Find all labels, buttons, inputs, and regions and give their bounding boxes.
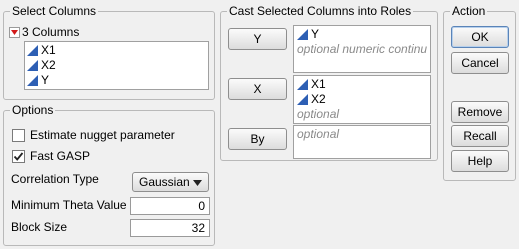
continuous-numeric-icon xyxy=(297,94,308,105)
correlation-type-value: Gaussian xyxy=(139,175,190,189)
x-role-list[interactable]: X1 X2 optional xyxy=(293,75,431,124)
column-list-item[interactable]: X1 xyxy=(27,43,206,58)
select-columns-panel: Select Columns 3 Columns X1 X2 Y xyxy=(3,4,215,100)
action-panel: Action OK Cancel Remove Recall Help xyxy=(443,4,516,181)
column-list-item[interactable]: X2 xyxy=(27,58,206,73)
min-theta-input[interactable]: 0 xyxy=(130,197,210,215)
x-role-item[interactable]: X2 xyxy=(297,92,427,107)
cast-roles-title: Cast Selected Columns into Roles xyxy=(227,4,414,18)
continuous-numeric-icon xyxy=(27,75,38,86)
continuous-numeric-icon xyxy=(297,29,308,40)
y-role-item[interactable]: Y xyxy=(297,27,427,42)
y-role-list[interactable]: Y optional numeric continuous xyxy=(293,25,431,73)
checkmark-icon xyxy=(13,151,24,161)
continuous-numeric-icon xyxy=(27,45,38,56)
disclosure-triangle-icon[interactable] xyxy=(9,26,20,38)
y-role-placeholder: optional numeric continuous xyxy=(297,42,427,56)
options-title: Options xyxy=(10,103,56,117)
fast-gasp-label: Fast GASP xyxy=(30,149,91,163)
options-panel: Options Estimate nugget parameter Fast G… xyxy=(3,103,215,246)
x-role-item[interactable]: X1 xyxy=(297,77,427,92)
estimate-nugget-label: Estimate nugget parameter xyxy=(30,128,175,142)
by-role-list[interactable]: optional xyxy=(293,125,431,159)
by-role-placeholder: optional xyxy=(297,127,340,141)
recall-button[interactable]: Recall xyxy=(451,125,509,147)
estimate-nugget-checkbox[interactable] xyxy=(12,128,25,142)
estimate-nugget-checkbox-row[interactable]: Estimate nugget parameter xyxy=(12,128,175,142)
columns-header: 3 Columns xyxy=(9,25,79,39)
continuous-numeric-icon xyxy=(297,79,308,90)
cast-roles-panel: Cast Selected Columns into Roles Y Y opt… xyxy=(220,4,438,161)
action-title: Action xyxy=(450,4,488,18)
column-list-item[interactable]: Y xyxy=(27,73,206,88)
remove-button[interactable]: Remove xyxy=(451,101,509,123)
chevron-down-icon xyxy=(193,180,202,186)
y-role-button[interactable]: Y xyxy=(228,28,287,50)
fast-gasp-checkbox-row[interactable]: Fast GASP xyxy=(12,149,90,163)
fast-gasp-checkbox[interactable] xyxy=(12,149,25,163)
x-role-placeholder: optional xyxy=(297,107,340,121)
columns-count-label: 3 Columns xyxy=(22,25,80,39)
column-list[interactable]: X1 X2 Y xyxy=(24,41,209,90)
block-size-label: Block Size xyxy=(11,220,68,234)
cancel-button[interactable]: Cancel xyxy=(451,52,509,74)
help-button[interactable]: Help xyxy=(451,150,509,172)
continuous-numeric-icon xyxy=(27,60,38,71)
select-columns-title: Select Columns xyxy=(10,4,99,18)
by-role-button[interactable]: By xyxy=(228,128,287,150)
ok-button[interactable]: OK xyxy=(451,26,509,48)
correlation-type-label: Correlation Type xyxy=(11,172,99,186)
min-theta-label: Minimum Theta Value xyxy=(11,198,127,212)
correlation-type-dropdown[interactable]: Gaussian xyxy=(132,172,209,192)
x-role-button[interactable]: X xyxy=(228,78,287,100)
block-size-input[interactable]: 32 xyxy=(130,219,210,237)
